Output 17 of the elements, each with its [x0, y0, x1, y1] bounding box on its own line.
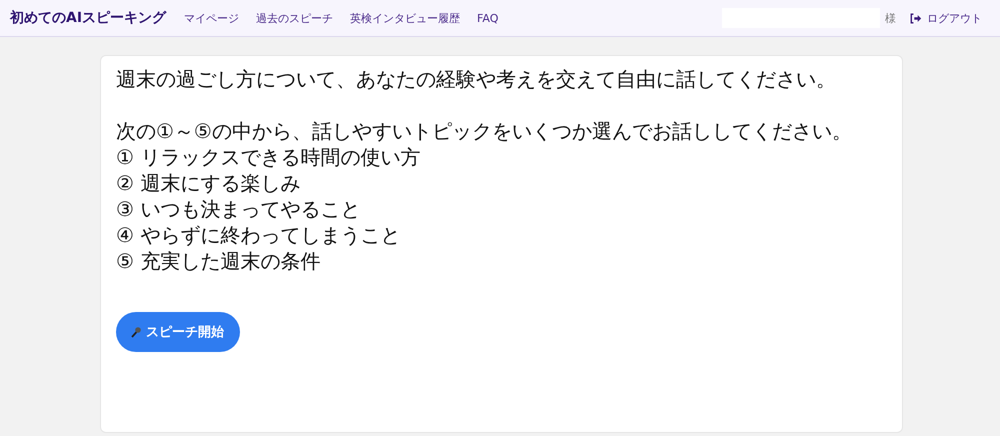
logout-icon: [910, 12, 922, 24]
logout-link[interactable]: ログアウト: [910, 10, 982, 26]
start-speech-button[interactable]: スピーチ開始: [116, 312, 240, 352]
topic-item: ⑤ 充実した週末の条件: [116, 248, 322, 274]
prompt-text: 週末の過ごし方について、あなたの経験や考えを交えて自由に話してください。: [116, 66, 837, 92]
nav-link[interactable]: 英検インタビュー履歴: [350, 10, 460, 26]
nav-link[interactable]: FAQ: [477, 12, 498, 24]
nav-link[interactable]: マイページ: [184, 10, 240, 26]
instruction-text: 次の①～⑤の中から、話しやすいトピックをいくつか選んでお話ししてください。: [116, 118, 853, 144]
microphone-icon: [130, 326, 142, 338]
topic-item: ③ いつも決まってやること: [116, 196, 362, 222]
app-logo-text[interactable]: 初めてのAIスピーキング: [10, 9, 166, 27]
topic-item: ④ やらずに終わってしまうこと: [116, 222, 402, 248]
topic-item: ① リラックスできる時間の使い方: [116, 144, 422, 170]
topic-item: ② 週末にする楽しみ: [116, 170, 302, 196]
honorific-text: 様: [885, 10, 896, 26]
nav-link[interactable]: 過去のスピーチ: [256, 10, 334, 26]
